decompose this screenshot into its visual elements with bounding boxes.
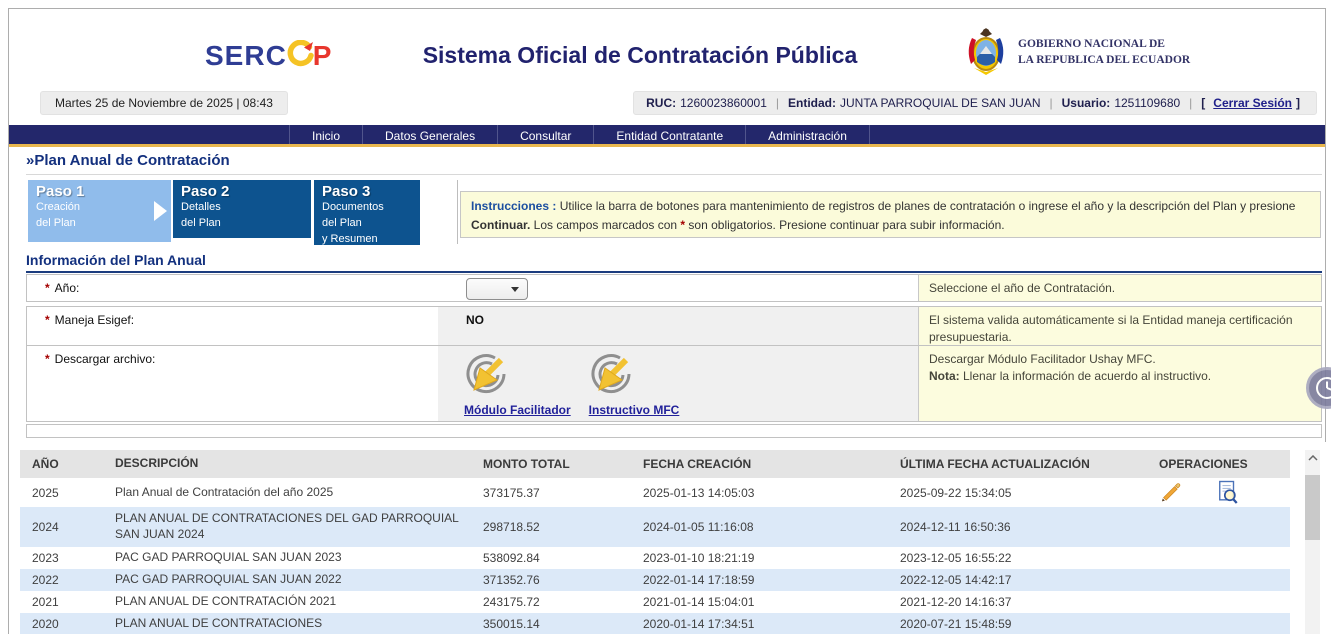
download-cursor-icon xyxy=(589,353,635,402)
sercop-logo: SERC P xyxy=(205,38,332,73)
year-select[interactable] xyxy=(466,278,528,300)
instructions-box: Instrucciones : Utilice la barra de boto… xyxy=(460,191,1321,238)
menu-item-entidad-contratante[interactable]: Entidad Contratante xyxy=(594,125,746,144)
datetime-display: Martes 25 de Noviembre de 2025 | 08:43 xyxy=(40,91,288,115)
user-value: 1251109680 xyxy=(1114,96,1180,110)
anio-label: *Año: xyxy=(27,275,438,301)
form-footer-row xyxy=(26,424,1322,438)
user-label: Usuario: xyxy=(1062,96,1111,110)
logout-link[interactable]: Cerrar Sesión xyxy=(1213,96,1292,110)
modulo-facilitador-download[interactable]: Módulo Facilitador xyxy=(464,353,571,417)
step-3-title: Paso 3 xyxy=(322,183,412,200)
menu-item-datos-generales[interactable]: Datos Generales xyxy=(363,125,498,144)
scroll-up-arrow-icon[interactable] xyxy=(1305,450,1320,466)
anio-help: Seleccione el año de Contratación. xyxy=(918,275,1321,301)
esigef-label: *Maneja Esigef: xyxy=(27,307,438,345)
entity-label: Entidad: xyxy=(788,96,836,110)
instructions-divider xyxy=(457,180,458,244)
instructivo-mfc-link[interactable]: Instructivo MFC xyxy=(589,403,680,417)
col-header-anio: AÑO xyxy=(20,457,110,471)
section-title: Información del Plan Anual xyxy=(26,252,1322,273)
form-row-esigef: *Maneja Esigef: NO El sistema valida aut… xyxy=(26,306,1322,346)
active-step-arrow-icon xyxy=(154,201,167,221)
ecuador-coat-of-arms-icon xyxy=(962,24,1010,81)
page-heading: »Plan Anual de Contratación xyxy=(26,152,1322,175)
main-menu: Inicio Datos Generales Consultar Entidad… xyxy=(9,125,1325,147)
col-header-operaciones: OPERACIONES xyxy=(1145,457,1290,471)
logo-text-serc: SERC xyxy=(205,40,287,72)
wizard-step-3[interactable]: Paso 3 Documentos del Plan y Resumen xyxy=(314,180,420,245)
scrollbar-thumb[interactable] xyxy=(1305,475,1320,540)
wizard-step-2[interactable]: Paso 2 Detalles del Plan xyxy=(173,180,311,238)
ruc-value: 1260023860001 xyxy=(680,96,767,110)
government-branding: GOBIERNO NACIONAL DE LA REPUBLICA DEL EC… xyxy=(962,24,1190,81)
table-header-row: AÑO DESCRIPCIÓN MONTO TOTAL FECHA CREACI… xyxy=(20,450,1290,478)
table-row: 2023 PAC GAD PARROQUIAL SAN JUAN 2023 53… xyxy=(20,547,1290,569)
modulo-facilitador-link[interactable]: Módulo Facilitador xyxy=(464,403,571,417)
menu-item-administracion[interactable]: Administración xyxy=(746,125,870,144)
esigef-help: El sistema valida automáticamente si la … xyxy=(918,307,1321,345)
menu-item-inicio[interactable]: Inicio xyxy=(289,125,363,144)
menu-item-consultar[interactable]: Consultar xyxy=(498,125,594,144)
wizard-step-1[interactable]: Paso 1 Creación del Plan xyxy=(28,180,171,242)
step-1-title: Paso 1 xyxy=(36,183,163,200)
col-header-descripcion: DESCRIPCIÓN xyxy=(110,456,483,472)
logo-text-p: P xyxy=(313,40,333,72)
table-row: 2022 PAC GAD PARROQUIAL SAN JUAN 2022 37… xyxy=(20,569,1290,591)
ruc-label: RUC: xyxy=(646,96,676,110)
table-row: 2020 PLAN ANUAL DE CONTRATACIONES 350015… xyxy=(20,613,1290,634)
entity-value: JUNTA PARROQUIAL DE SAN JUAN xyxy=(840,96,1040,110)
col-header-fecha-creacion: FECHA CREACIÓN xyxy=(643,457,900,471)
instructions-label: Instrucciones : xyxy=(471,199,556,213)
table-row: 2024 PLAN ANUAL DE CONTRATACIONES DEL GA… xyxy=(20,507,1290,547)
form-row-anio: *Año: Seleccione el año de Contratación. xyxy=(26,274,1322,302)
descargar-help: Descargar Módulo Facilitador Ushay MFC. … xyxy=(918,346,1321,421)
plans-table: AÑO DESCRIPCIÓN MONTO TOTAL FECHA CREACI… xyxy=(20,450,1290,634)
form-row-descargar: *Descargar archivo: Módulo Facilitador xyxy=(26,345,1322,422)
download-cursor-icon xyxy=(464,353,510,402)
edit-pencil-icon[interactable] xyxy=(1159,482,1181,504)
instructivo-mfc-download[interactable]: Instructivo MFC xyxy=(589,353,680,417)
app-title: Sistema Oficial de Contratación Pública xyxy=(390,42,890,69)
session-info-bar: RUC: 1260023860001 | Entidad: JUNTA PARR… xyxy=(633,91,1317,115)
descargar-label: *Descargar archivo: xyxy=(27,346,438,421)
bracket-close: ] xyxy=(1296,96,1300,110)
bracket-open: [ xyxy=(1201,96,1205,110)
preview-document-icon[interactable] xyxy=(1217,480,1239,505)
page: SERC P Sistema Oficial de Contratación P… xyxy=(0,0,1331,634)
step-2-title: Paso 2 xyxy=(181,183,303,200)
logo-swirl-o-icon xyxy=(287,38,313,73)
vertical-scrollbar[interactable] xyxy=(1305,450,1320,634)
esigef-value: NO xyxy=(466,313,918,327)
col-header-monto: MONTO TOTAL xyxy=(483,457,643,471)
government-text: GOBIERNO NACIONAL DE LA REPUBLICA DEL EC… xyxy=(1018,37,1190,68)
table-row: 2021 PLAN ANUAL DE CONTRATACIÓN 2021 243… xyxy=(20,591,1290,613)
table-row: 2025 Plan Anual de Contratación del año … xyxy=(20,478,1290,507)
col-header-ultima-fecha: ÚLTIMA FECHA ACTUALIZACIÓN xyxy=(900,457,1145,471)
